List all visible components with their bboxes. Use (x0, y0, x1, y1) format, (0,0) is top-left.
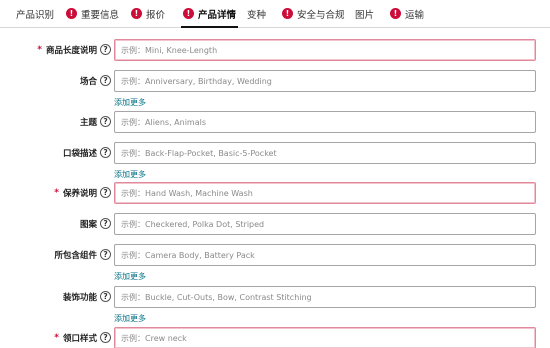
tab-safety-compliance[interactable]: ! 安全与合规 (282, 0, 345, 27)
help-icon[interactable]: ? (100, 187, 111, 198)
occasion-input[interactable] (114, 70, 536, 92)
help-icon[interactable]: ? (100, 116, 111, 127)
alert-icon: ! (390, 8, 401, 19)
tab-label: 报价 (146, 9, 166, 21)
alert-icon: ! (282, 8, 293, 19)
tab-shipping[interactable]: ! 运输 (390, 0, 424, 27)
required-marker: * (54, 188, 59, 198)
field-label-text: 场合 (79, 77, 97, 87)
decoration-features-input[interactable] (114, 286, 536, 308)
help-icon[interactable]: ? (100, 44, 111, 55)
alert-icon: ! (66, 8, 77, 19)
required-marker: * (37, 45, 42, 55)
field-label-text: 保养说明 (62, 189, 97, 199)
tab-label: 图片 (355, 9, 375, 21)
pocket-description-input[interactable] (114, 142, 536, 164)
alert-icon: ! (183, 8, 194, 19)
help-icon[interactable]: ? (100, 332, 111, 343)
included-components-input[interactable] (114, 244, 536, 266)
field-label: 口袋描述 (63, 142, 97, 164)
field-label: 场合 (80, 70, 97, 92)
alert-icon: ! (131, 8, 142, 19)
pattern-input[interactable] (114, 213, 536, 235)
field-label: * 保养说明 (54, 182, 97, 204)
field-label-text: 主题 (79, 118, 97, 128)
tab-label: 安全与合规 (297, 9, 345, 21)
required-marker: * (54, 333, 59, 343)
field-label-text: 所包含组件 (54, 251, 97, 261)
tab-bar: 产品识别 ! 重要信息 ! 报价 ! 产品详情 变种 ! 安全与合规 图片 ! … (0, 0, 550, 28)
tab-product-details[interactable]: ! 产品详情 (180, 0, 239, 28)
tab-label: 变种 (247, 9, 267, 21)
help-icon[interactable]: ? (100, 249, 111, 260)
field-label-text: 口袋描述 (62, 149, 97, 159)
neck-style-input[interactable] (114, 327, 536, 348)
help-icon[interactable]: ? (100, 75, 111, 86)
field-label: 所包含组件 (54, 244, 97, 266)
tab-product-identity[interactable]: 产品识别 (16, 0, 54, 27)
help-icon[interactable]: ? (100, 291, 111, 302)
field-label-text: 图案 (79, 220, 97, 230)
item-length-input[interactable] (114, 39, 536, 61)
field-label: 装饰功能 (63, 286, 97, 308)
field-label: * 领口样式 (54, 327, 97, 348)
tab-images[interactable]: 图片 (355, 0, 374, 27)
help-icon[interactable]: ? (100, 218, 111, 229)
tab-vital-info[interactable]: ! 重要信息 (66, 0, 119, 27)
add-more-link[interactable]: 添加更多 (114, 271, 146, 282)
tab-label: 产品详情 (198, 9, 237, 21)
field-label-text: 领口样式 (62, 334, 97, 344)
tab-variations[interactable]: 变种 (247, 0, 266, 27)
field-label: 主题 (80, 111, 97, 133)
theme-input[interactable] (114, 111, 536, 133)
add-more-link[interactable]: 添加更多 (114, 313, 146, 324)
add-more-link[interactable]: 添加更多 (114, 97, 146, 108)
care-instructions-input[interactable] (114, 182, 536, 204)
tab-label: 重要信息 (81, 9, 120, 21)
tab-label: 运输 (405, 9, 425, 21)
field-label-text: 商品长度说明 (45, 46, 97, 56)
tab-label: 产品识别 (16, 9, 55, 21)
field-label: * 商品长度说明 (37, 39, 97, 61)
tab-offer[interactable]: ! 报价 (131, 0, 165, 27)
field-label: 图案 (80, 213, 97, 235)
add-more-link[interactable]: 添加更多 (114, 169, 146, 180)
help-icon[interactable]: ? (100, 147, 111, 158)
field-label-text: 装饰功能 (62, 293, 97, 303)
